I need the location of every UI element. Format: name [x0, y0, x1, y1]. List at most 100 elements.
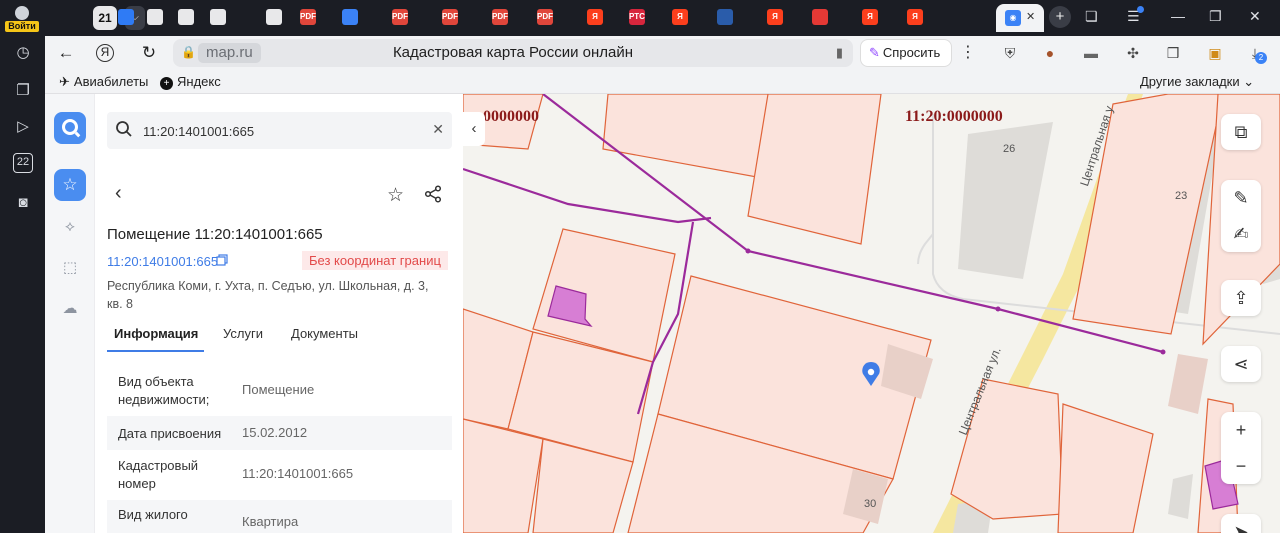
download-icon[interactable]: ⤓ 2: [1245, 43, 1267, 64]
tab-services[interactable]: Услуги: [223, 326, 263, 341]
plane-icon: ✈: [59, 74, 70, 89]
share-icon: ⋖: [1233, 354, 1249, 374]
browser-tab[interactable]: [805, 5, 835, 29]
favorites-tool[interactable]: ☆: [54, 169, 86, 201]
shield-icon[interactable]: ⛨: [1000, 43, 1020, 63]
favorite-button[interactable]: ☆: [387, 184, 404, 207]
puzzle-icon[interactable]: ✣: [1123, 43, 1143, 63]
zoom-out-icon[interactable]: −: [1221, 448, 1261, 484]
page-title: Кадастровая карта России онлайн: [392, 44, 634, 61]
camera-icon[interactable]: ◙: [12, 192, 34, 214]
history-icon[interactable]: ◷: [12, 42, 34, 64]
login-label: Войти: [5, 21, 39, 32]
browser-tab[interactable]: [140, 5, 170, 29]
app-logo[interactable]: [54, 112, 86, 144]
pdf-icon: PDF: [392, 9, 408, 25]
info-row-type: Вид объекта недвижимости; Помещение: [107, 364, 452, 416]
calendar-icon[interactable]: 22: [13, 153, 33, 173]
ruler-icon[interactable]: ✎: [1221, 180, 1261, 216]
login-button[interactable]: Войти: [5, 4, 39, 32]
info-row-residential: Вид жилого Квартира: [107, 500, 452, 533]
browser-toolbar: ← Я ↻ 🔒 map.ru Кадастровая карта России …: [45, 36, 1280, 70]
browser-tab[interactable]: Я: [580, 5, 610, 29]
address-bar[interactable]: 🔒 map.ru Кадастровая карта России онлайн…: [173, 39, 853, 67]
cadastral-map[interactable]: 0000000 11:20:0000000 Центральная у Цент…: [463, 94, 1280, 533]
mask-icon[interactable]: ▬: [1081, 43, 1101, 63]
tab-active[interactable]: ◉ ✕: [996, 4, 1044, 32]
close-icon[interactable]: ✕: [1026, 10, 1035, 23]
reload-icon[interactable]: ↻: [138, 42, 160, 64]
upload-button[interactable]: ⇪: [1221, 280, 1261, 316]
ask-button[interactable]: ✎ Спросить: [860, 39, 952, 67]
browser-tab[interactable]: [203, 5, 233, 29]
bookmark-icon[interactable]: ▮: [836, 45, 843, 61]
new-tab-button[interactable]: +: [1049, 6, 1071, 28]
user-icon: [15, 6, 29, 20]
browser-tab[interactable]: Я: [665, 5, 695, 29]
bookmark-yandex-label: Яндекс: [177, 74, 221, 89]
map-icon: ◉: [1005, 10, 1021, 26]
back-button[interactable]: ‹: [115, 182, 122, 205]
info-value: 11:20:1401001:665: [242, 466, 354, 481]
minimize-icon[interactable]: —: [1171, 8, 1185, 24]
page-icon: [147, 9, 163, 25]
bookmark-flights-label: Авиабилеты: [73, 74, 149, 89]
collapse-panel-button[interactable]: ‹: [463, 112, 485, 146]
yandex-icon: +: [160, 77, 173, 90]
square-icon: [118, 9, 134, 25]
info-value: Помещение: [242, 382, 315, 397]
cadastral-number-link[interactable]: 11:20:1401001:665: [107, 254, 218, 269]
copy-icon[interactable]: [216, 254, 228, 266]
menu-icon[interactable]: ☰: [1127, 6, 1144, 25]
edit-icon[interactable]: ✍: [1221, 216, 1261, 252]
no-coordinates-badge: Без координат границ: [302, 251, 448, 270]
cloud-icon[interactable]: ☁: [58, 297, 82, 321]
tab-manager-icon[interactable]: ❏: [1085, 8, 1098, 25]
zoom-in-icon[interactable]: +: [1221, 412, 1261, 448]
other-bookmarks[interactable]: Другие закладки ⌄: [1140, 74, 1254, 90]
more-icon[interactable]: ⋮: [960, 42, 976, 62]
browser-tab[interactable]: [171, 5, 201, 29]
browser-tab[interactable]: [259, 5, 289, 29]
tab-documents[interactable]: Документы: [291, 326, 358, 341]
share-icon[interactable]: [424, 185, 442, 203]
yandex-icon: Я: [587, 9, 603, 25]
tab-information[interactable]: Информация: [114, 326, 198, 341]
play-icon[interactable]: ▷: [12, 116, 34, 138]
search-input[interactable]: [143, 121, 423, 141]
layers-button[interactable]: ⧉: [1221, 114, 1261, 150]
map-canvas[interactable]: [463, 94, 1280, 533]
browser-tab[interactable]: PDF: [293, 5, 323, 29]
yandex-icon[interactable]: Я: [96, 44, 114, 62]
search-box[interactable]: ✕: [107, 112, 452, 149]
clipboard-icon[interactable]: ▣: [1205, 43, 1225, 63]
share-map-button[interactable]: ⋖: [1221, 346, 1261, 382]
browser-tab[interactable]: [710, 5, 740, 29]
bookmark-flights[interactable]: ✈ Авиабилеты: [59, 74, 148, 90]
browser-tab[interactable]: PDF: [385, 5, 415, 29]
browser-tab[interactable]: PDF: [435, 5, 465, 29]
ask-icon: ✎: [869, 45, 880, 60]
browser-tab[interactable]: РТС: [622, 5, 652, 29]
browser-tab[interactable]: Я: [760, 5, 790, 29]
extension-avatar-icon[interactable]: ●: [1040, 43, 1060, 63]
route-tool-icon[interactable]: ⟡: [58, 215, 82, 239]
browser-tab[interactable]: [335, 5, 365, 29]
select-area-icon[interactable]: ⬚: [58, 256, 82, 280]
close-window-icon[interactable]: ✕: [1249, 8, 1261, 25]
restore-icon[interactable]: ❐: [1209, 8, 1222, 25]
star-icon: ☆: [62, 175, 78, 194]
back-icon[interactable]: ←: [55, 42, 77, 64]
clear-icon[interactable]: ✕: [432, 121, 444, 138]
browser-tab[interactable]: Я: [855, 5, 885, 29]
collections-icon[interactable]: ❐: [12, 80, 34, 102]
browser-tab[interactable]: PDF: [485, 5, 515, 29]
browser-tab[interactable]: PDF: [530, 5, 560, 29]
info-tabs: Информация Услуги Документы: [107, 324, 452, 352]
geolocate-button[interactable]: ➤: [1221, 514, 1261, 533]
bookmarks-icon[interactable]: ❒: [1163, 43, 1183, 63]
browser-tab[interactable]: Я: [900, 5, 930, 29]
building: [1168, 354, 1208, 414]
bookmark-yandex[interactable]: + Яндекс: [160, 74, 221, 90]
browser-tab[interactable]: [111, 5, 141, 29]
